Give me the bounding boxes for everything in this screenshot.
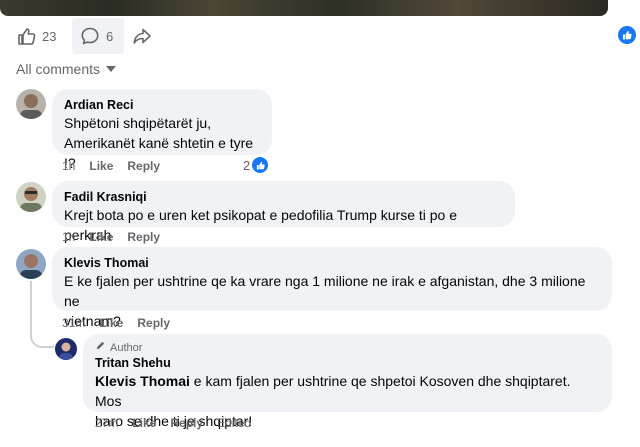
avatar[interactable] [16, 249, 46, 279]
comment-time[interactable]: 31m [62, 316, 85, 330]
comment-like-button[interactable]: Like [89, 230, 113, 244]
author-badge-label: Author [110, 341, 143, 354]
comment-reply-button[interactable]: Reply [137, 316, 170, 330]
thread-line [30, 281, 32, 337]
reply-author[interactable]: Tritan Shehu [95, 355, 600, 371]
comment-time[interactable]: 1h [62, 230, 75, 244]
reaction-count: 2 [243, 157, 251, 173]
mention-link[interactable]: Klevis Thomai [95, 373, 190, 389]
comment-meta: 1h Like Reply [62, 159, 174, 173]
comments-filter[interactable]: All comments [16, 61, 117, 77]
comment-author[interactable]: Ardian Reci [64, 97, 260, 113]
like-count: 23 [42, 28, 57, 44]
share-icon [132, 26, 152, 46]
reply-time[interactable]: 27m [95, 416, 118, 430]
thread-connector [30, 330, 54, 348]
comment-reactions[interactable]: 2 [243, 157, 269, 173]
comment-author[interactable]: Fadil Krasniqi [64, 189, 503, 205]
like-icon [16, 26, 36, 46]
edited-label: Edited [217, 416, 252, 430]
avatar[interactable] [16, 89, 46, 119]
comment-bubble: Fadil Krasniqi Krejt bota po e uren ket … [52, 181, 515, 243]
reply-bubble: Author Tritan Shehu Klevis Thomai e kam … [83, 334, 612, 429]
like-button[interactable]: 23 [16, 18, 72, 54]
comment-meta: 31m Like Reply [62, 316, 184, 330]
pencil-icon [95, 340, 106, 355]
comment-time[interactable]: 1h [62, 159, 75, 173]
reply-like-button[interactable]: Like [132, 416, 156, 430]
comment-button[interactable]: 6 [72, 18, 124, 54]
comment-meta: 1h Like Reply [62, 230, 174, 244]
comment-like-button[interactable]: Like [89, 159, 113, 173]
share-button[interactable] [132, 18, 160, 54]
post-image[interactable] [0, 0, 608, 16]
comment-text: E ke fjalen per ushtrine qe ka vrare nga… [64, 273, 586, 309]
like-reaction-icon[interactable] [618, 26, 636, 44]
reply-meta: 27m Like Reply Edited [95, 416, 265, 430]
like-reaction-icon [252, 157, 269, 173]
comment-like-button[interactable]: Like [99, 316, 123, 330]
avatar[interactable] [16, 182, 46, 212]
comment-bubble: Klevis Thomai E ke fjalen per ushtrine q… [52, 247, 612, 329]
comment-reply-button[interactable]: Reply [127, 159, 160, 173]
comment-count: 6 [106, 28, 114, 44]
comment-bubble: Ardian Reci Shpëtoni shqipëtarët ju, Ame… [52, 89, 272, 171]
avatar[interactable] [55, 338, 77, 360]
comment-author[interactable]: Klevis Thomai [64, 255, 600, 271]
comment-icon [80, 26, 100, 46]
comments-filter-label: All comments [16, 61, 101, 77]
reply-reply-button[interactable]: Reply [170, 416, 203, 430]
reply-text: Klevis Thomai e kam fjalen per ushtrine … [95, 371, 600, 411]
post-actions-bar: 23 6 [0, 16, 640, 56]
comment-reply-button[interactable]: Reply [127, 230, 160, 244]
author-badge: Author [95, 340, 600, 355]
caret-down-icon [106, 66, 117, 72]
comment-text: Shpëtoni shqipëtarët ju, [64, 115, 212, 131]
